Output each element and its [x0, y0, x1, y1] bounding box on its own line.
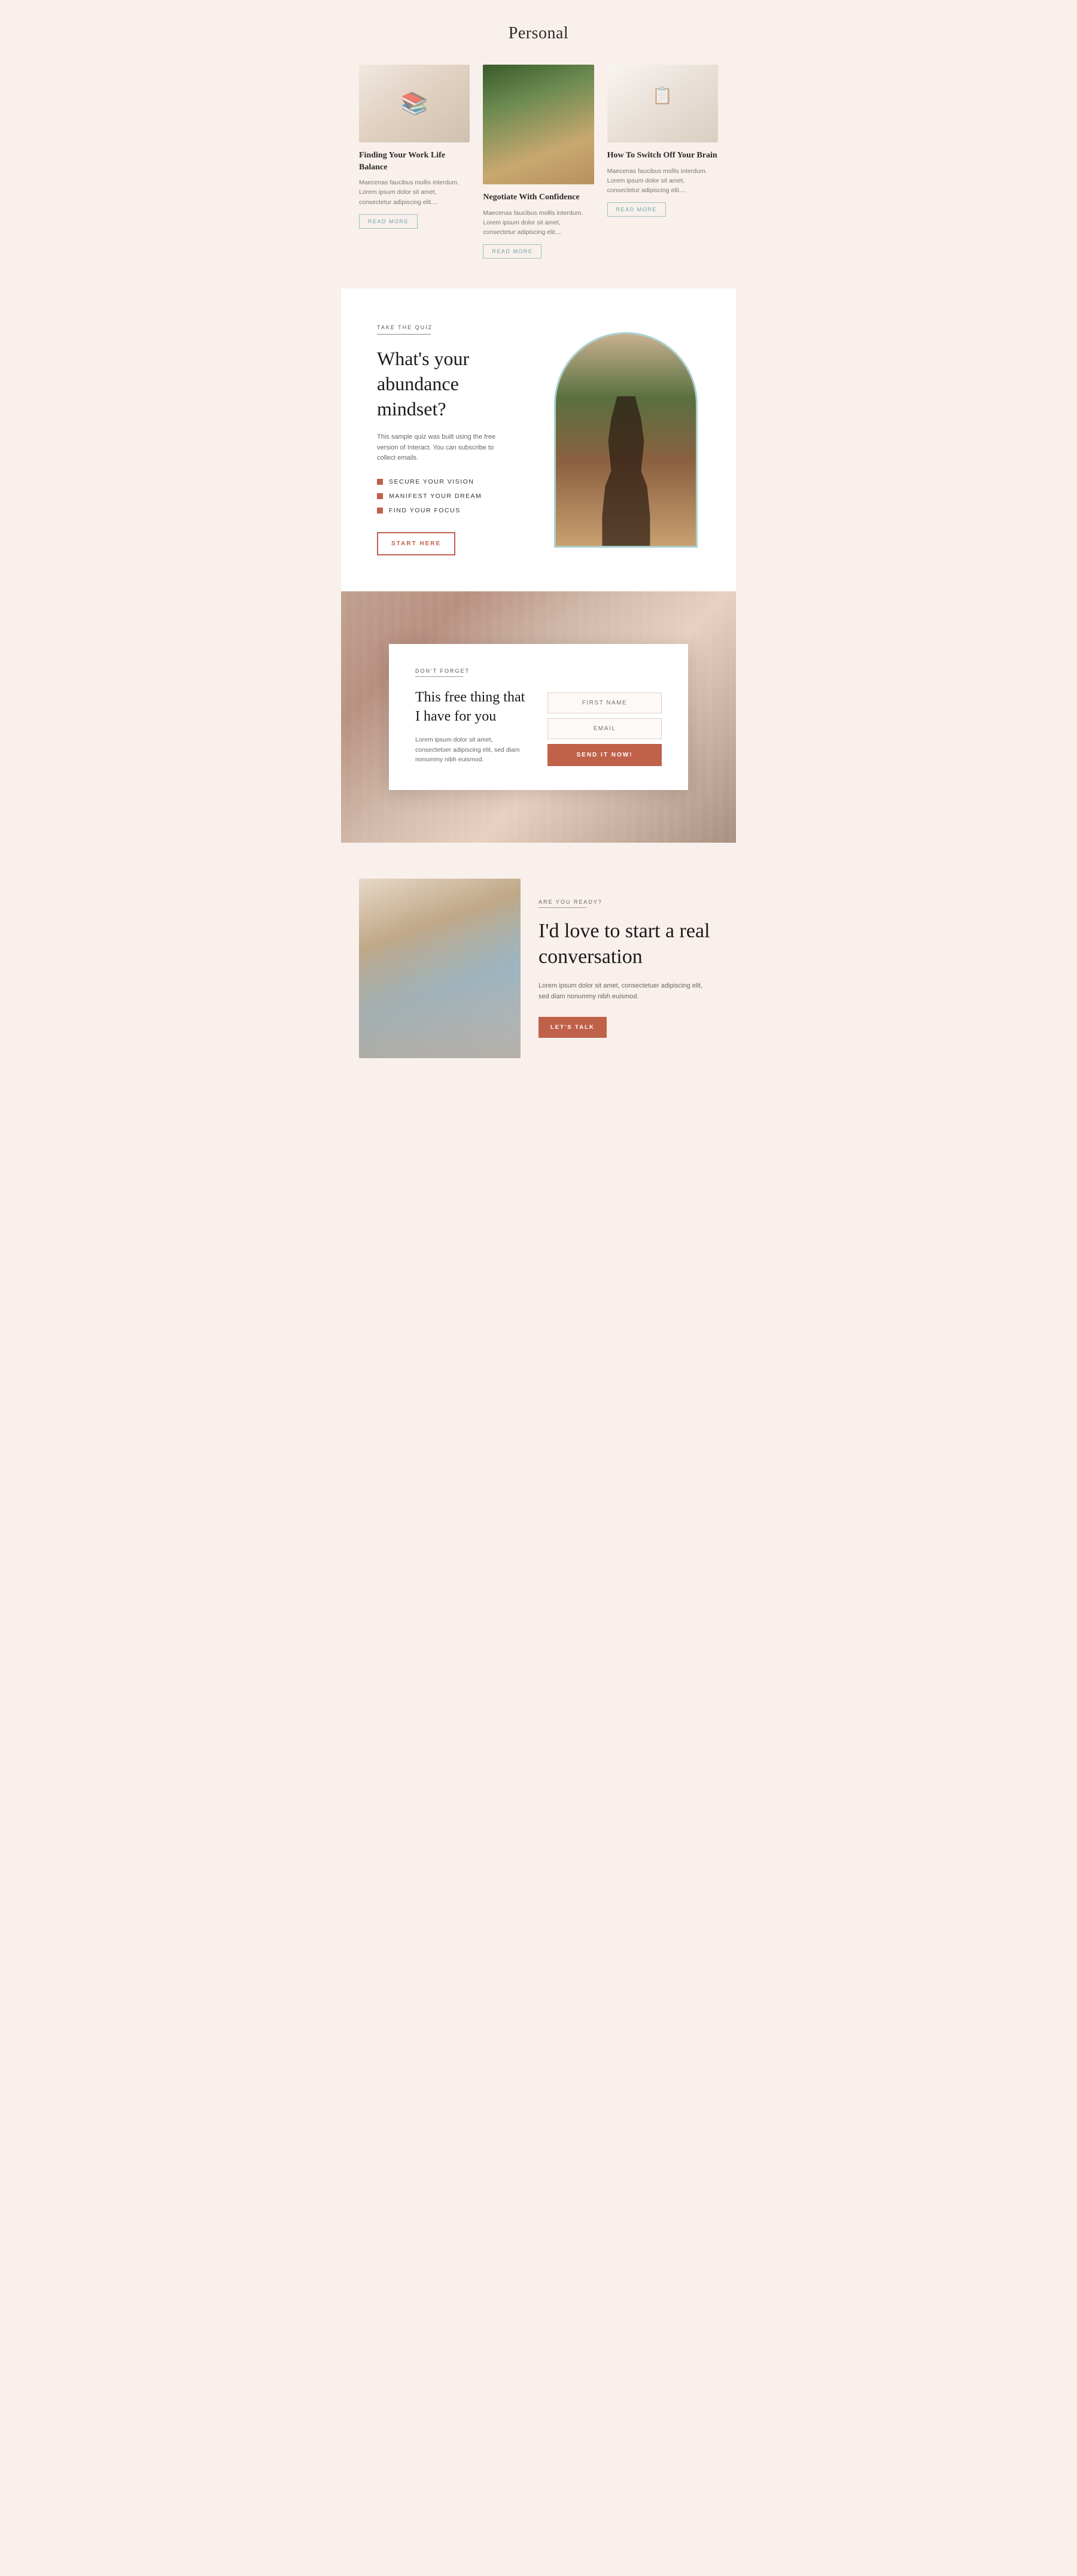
optin-inner: This free thing that I have for you Lore… — [415, 688, 662, 766]
blog-card-3: How To Switch Off Your Brain Maecenas fa… — [607, 65, 718, 217]
quiz-section: TAKE THE QUIZ What's your abundance mind… — [341, 288, 736, 591]
blog-card-3-title: How To Switch Off Your Brain — [607, 150, 718, 162]
cta-image — [359, 879, 521, 1058]
quiz-list-item-2: MANIFEST YOUR DREAM — [377, 493, 522, 500]
blog-grid: Finding Your Work Life Balance Maecenas … — [359, 65, 718, 259]
blog-card-1: Finding Your Work Life Balance Maecenas … — [359, 65, 470, 229]
blog-card-1-title: Finding Your Work Life Balance — [359, 150, 470, 173]
blog-card-2: Negotiate With Confidence Maecenas fauci… — [483, 65, 594, 259]
blog-card-2-excerpt: Maecenas faucibus mollis interdum. Lorem… — [483, 208, 594, 238]
optin-section: DON'T FORGET This free thing that I have… — [341, 591, 736, 843]
blog-card-3-excerpt: Maecenas faucibus mollis interdum. Lorem… — [607, 166, 718, 196]
blog-section-title: Personal — [359, 24, 718, 43]
blog-card-1-excerpt: Maecenas faucibus mollis interdum. Lorem… — [359, 178, 470, 207]
blog-card-2-image — [483, 65, 594, 184]
quiz-list-item-3: FIND YOUR FOCUS — [377, 507, 522, 514]
blog-card-2-title: Negotiate With Confidence — [483, 192, 594, 203]
blog-section: Personal Finding Your Work Life Balance … — [341, 0, 736, 288]
optin-form: SEND IT NOW! — [547, 692, 662, 766]
optin-firstname-input[interactable] — [547, 692, 662, 713]
quiz-subtext: This sample quiz was built using the fre… — [377, 432, 509, 464]
quiz-heading: What's your abundance mindset? — [377, 347, 522, 421]
blog-card-2-read-more[interactable]: READ MORE — [483, 244, 541, 259]
quiz-start-button[interactable]: START HERE — [377, 532, 455, 555]
optin-submit-button[interactable]: SEND IT NOW! — [547, 744, 662, 766]
quiz-arch-bg — [556, 334, 696, 546]
quiz-left-col: TAKE THE QUIZ What's your abundance mind… — [377, 324, 522, 555]
quiz-label-underline — [377, 334, 431, 335]
cta-label: ARE YOU READY? — [538, 899, 718, 905]
optin-card: DON'T FORGET This free thing that I have… — [389, 644, 688, 790]
optin-heading: This free thing that I have for you — [415, 688, 530, 727]
lets-talk-button[interactable]: LET'S TALK — [538, 1017, 607, 1038]
optin-label: DON'T FORGET — [415, 668, 662, 674]
cta-body: Lorem ipsum dolor sit amet, consectetuer… — [538, 980, 706, 1002]
optin-label-underline — [415, 676, 463, 677]
optin-email-input[interactable] — [547, 718, 662, 739]
blog-card-3-read-more[interactable]: READ MORE — [607, 202, 666, 217]
optin-body: Lorem ipsum dolor sit amet, consectetuer… — [415, 735, 523, 765]
quiz-right-col — [546, 332, 706, 548]
quiz-arch-image — [554, 332, 698, 548]
cta-heading: I'd love to start a real conversation — [538, 919, 718, 970]
optin-form-col: SEND IT NOW! — [547, 688, 662, 766]
cta-section: ARE YOU READY? I'd love to start a real … — [341, 843, 736, 1094]
optin-text-col: This free thing that I have for you Lore… — [415, 688, 530, 765]
cta-label-underline — [538, 907, 586, 908]
quiz-list: SECURE YOUR VISION MANIFEST YOUR DREAM F… — [377, 478, 522, 514]
cta-text-col: ARE YOU READY? I'd love to start a real … — [538, 899, 718, 1037]
quiz-list-item-1: SECURE YOUR VISION — [377, 478, 522, 485]
blog-card-1-image — [359, 65, 470, 142]
blog-card-1-read-more[interactable]: READ MORE — [359, 214, 418, 229]
blog-card-3-image — [607, 65, 718, 142]
quiz-label: TAKE THE QUIZ — [377, 324, 522, 330]
